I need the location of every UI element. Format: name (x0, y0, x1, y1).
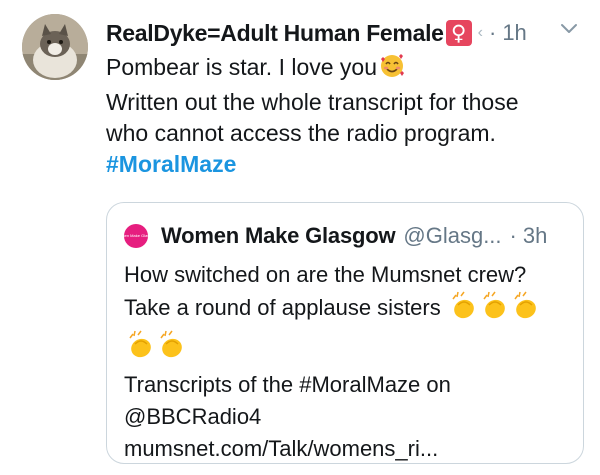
chevron-down-icon[interactable] (560, 23, 578, 35)
cat-photo-avatar (22, 14, 88, 80)
tweet-text-line-1: Pombear is star. I love you (106, 54, 378, 80)
clapping-hands-icon (156, 330, 186, 369)
quoted-text-line-3 (124, 330, 574, 369)
tweet-text-line: Pombear is star. I love you (106, 52, 586, 87)
user-avatar[interactable] (22, 14, 88, 80)
hashtag-link[interactable]: #MoralMaze (106, 149, 586, 180)
quoted-handle[interactable]: @Glasg... (403, 223, 501, 249)
quoted-tweet-text: How switched on are the Mumsnet crew? Ta… (124, 259, 574, 463)
tweet-text-line-2: Written out the whole transcript for tho… (106, 89, 519, 115)
quoted-text-line-2-text: Take a round of applause sisters (124, 295, 441, 320)
clapping-hands-icon (448, 291, 478, 330)
quoted-timestamp[interactable]: 3h (523, 223, 547, 249)
tweet-timestamp[interactable]: 1h (502, 20, 526, 46)
truncation-mark: ‹ (477, 24, 483, 41)
clapping-hands-icon (479, 291, 509, 330)
tweet-header: RealDyke=Adult Human Female ♀ ‹ · 1h (106, 16, 590, 50)
quoted-separator-dot: · (509, 223, 517, 248)
quoted-text-line-2: Take a round of applause sisters (124, 291, 574, 330)
quoted-text-line-4: Transcripts of the #MoralMaze on (124, 372, 451, 397)
tweet-text-line-3: who cannot access the radio program. (106, 120, 496, 146)
clapping-hands-icon (125, 330, 155, 369)
quoted-mention-link[interactable]: @BBCRadio4 (124, 401, 574, 433)
smiling-face-with-hearts-icon (379, 53, 405, 87)
quoted-url-link[interactable]: mumsnet.com/Talk/womens_ri... (124, 433, 574, 463)
quoted-user-avatar[interactable]: Women Make Glasgow (115, 224, 157, 248)
display-name[interactable]: RealDyke=Adult Human Female (106, 20, 444, 47)
quoted-text-line-1: How switched on are the Mumsnet crew? (124, 262, 527, 287)
tweet[interactable]: RealDyke=Adult Human Female ♀ ‹ · 1h Pom… (0, 0, 600, 475)
quoted-avatar-logo-text: Women Make Glasgow (115, 233, 157, 238)
quoted-tweet[interactable]: Women Make Glasgow Women Make Glasgow @G… (106, 202, 584, 464)
female-sign-icon: ♀ (445, 20, 472, 46)
quoted-display-name[interactable]: Women Make Glasgow (161, 223, 396, 249)
clapping-hands-icon (510, 291, 540, 330)
quoted-tweet-header: Women Make Glasgow Women Make Glasgow @G… (115, 221, 569, 251)
separator-dot: · (488, 20, 497, 45)
tweet-text: Pombear is star. I love you Written out … (106, 52, 586, 180)
